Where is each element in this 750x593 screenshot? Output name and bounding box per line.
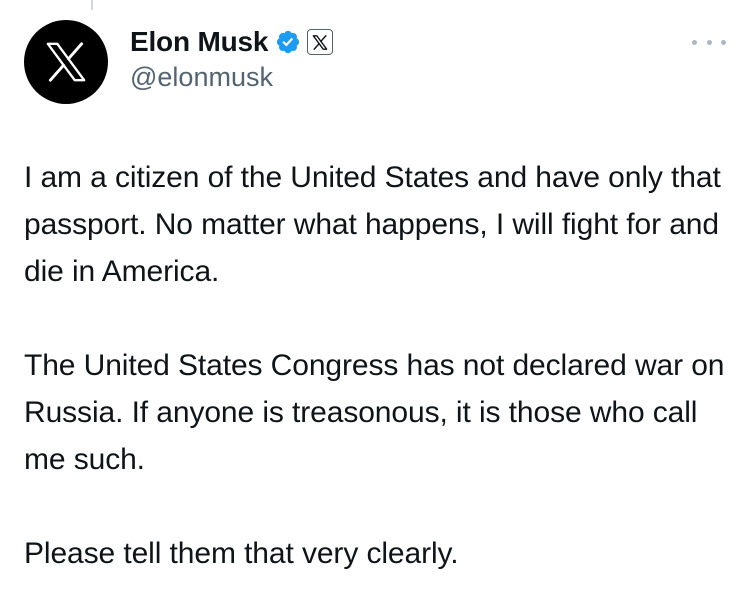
thread-line	[91, 0, 93, 10]
author-info: Elon Musk @elonmusk	[130, 24, 334, 93]
more-dot	[692, 39, 697, 45]
tweet-paragraph: Please tell them that very clearly.	[24, 537, 459, 570]
tweet-header: Elon Musk @elonmusk	[24, 20, 726, 106]
affiliate-badge[interactable]	[307, 29, 334, 55]
display-name[interactable]: Elon Musk	[130, 26, 268, 58]
tweet: Elon Musk @elonmusk I am a citizen of th…	[0, 0, 750, 593]
more-dot	[721, 39, 726, 45]
more-dot	[706, 39, 712, 45]
x-logo-icon	[312, 34, 328, 50]
verified-badge-icon[interactable]	[275, 29, 301, 55]
avatar[interactable]	[24, 20, 108, 104]
name-row: Elon Musk	[130, 24, 334, 60]
x-logo-icon	[46, 42, 86, 82]
more-horizontal-icon[interactable]	[692, 32, 726, 52]
tweet-paragraph: I am a citizen of the United States and …	[24, 161, 721, 288]
tweet-text: I am a citizen of the United States and …	[24, 154, 729, 577]
tweet-paragraph: The United States Congress has not decla…	[24, 349, 725, 476]
handle[interactable]: @elonmusk	[130, 62, 333, 93]
